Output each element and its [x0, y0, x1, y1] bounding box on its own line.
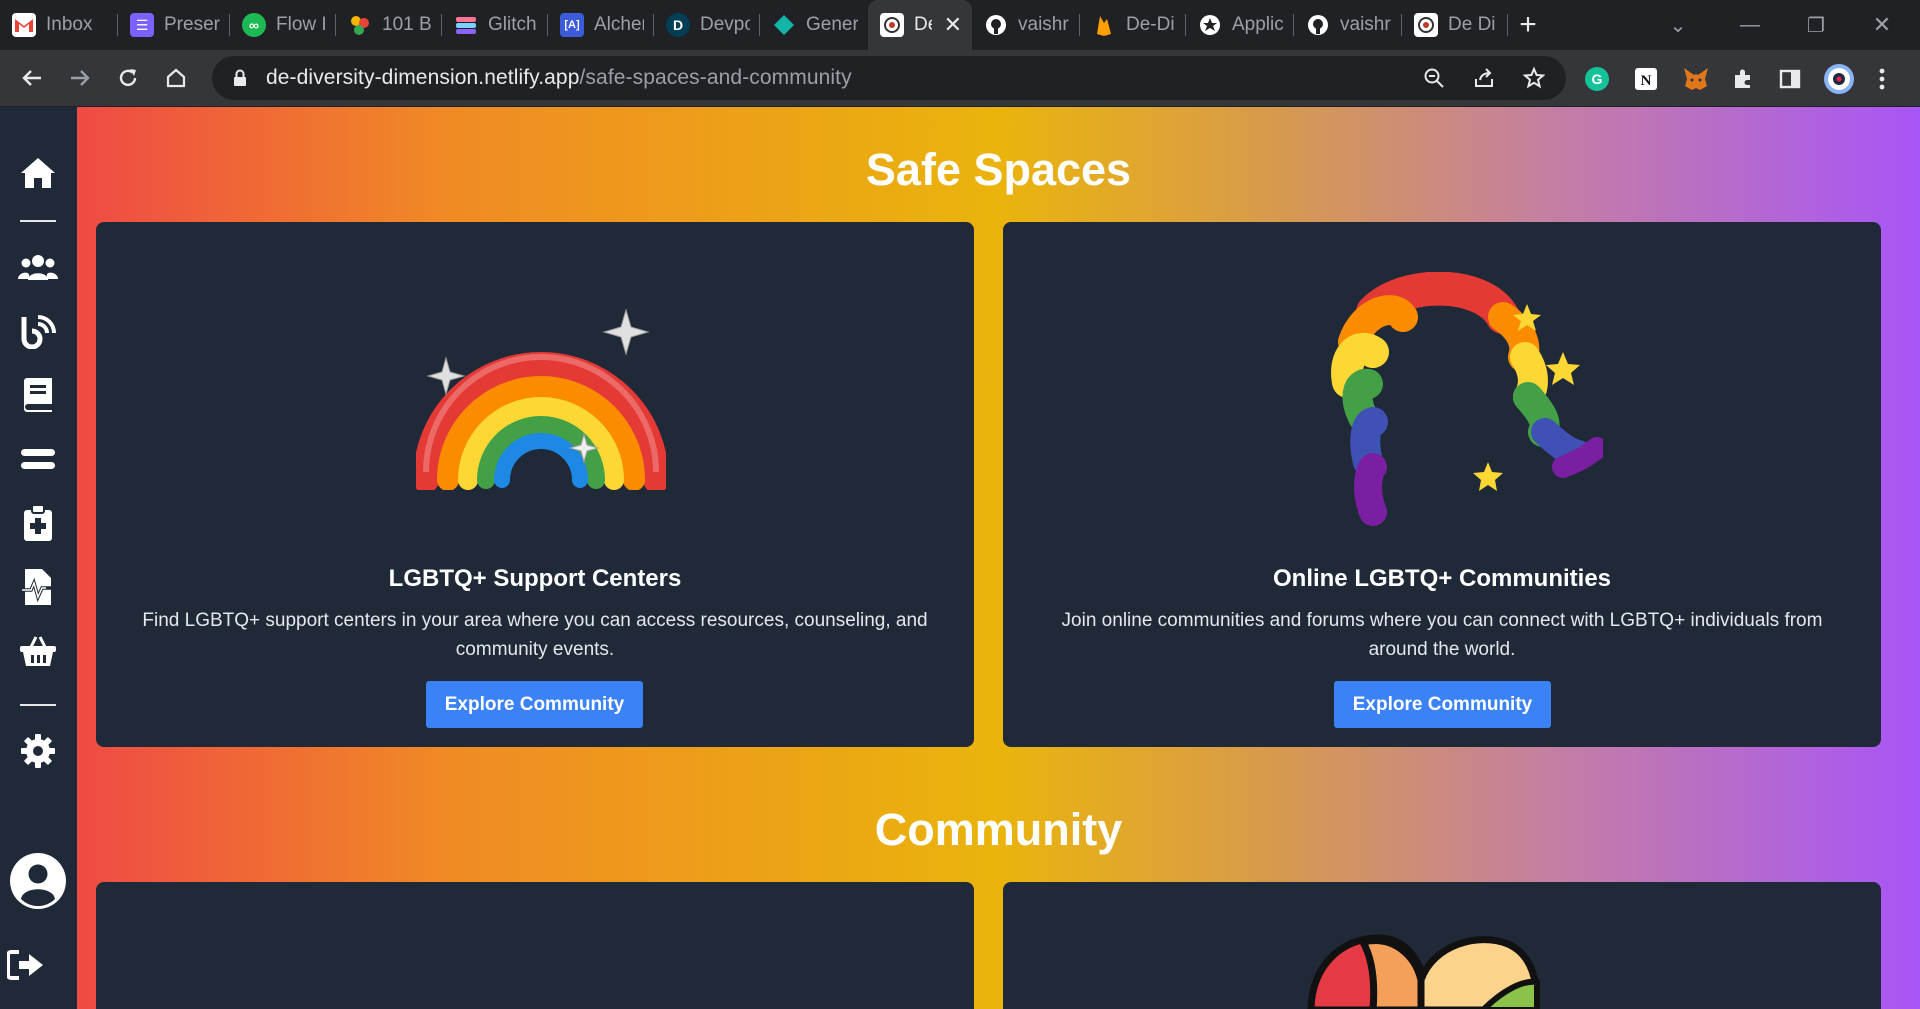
new-tab-button[interactable]: + [1508, 0, 1548, 50]
card-description: Join online communities and forums where… [1061, 610, 1823, 660]
tab-de-di[interactable]: De Di [1402, 0, 1508, 50]
card-title: Online LGBTQ+ Communities [1272, 565, 1612, 592]
basket-icon[interactable] [18, 631, 58, 671]
explore-community-button[interactable]: Explore Community [426, 681, 643, 728]
zoom-icon[interactable] [1412, 56, 1456, 100]
notion-icon[interactable]: N [1633, 50, 1659, 107]
url-text: de-diversity-dimension.netlify.app/safe-… [266, 66, 852, 89]
flow-icon: ∞ [242, 13, 266, 37]
metamask-icon[interactable] [1682, 50, 1710, 107]
share-icon[interactable] [1462, 56, 1506, 100]
alchemy-icon: [A] [560, 13, 584, 37]
tab-github-2[interactable]: vaishr [1294, 0, 1402, 50]
reload-icon [119, 69, 137, 87]
grammarly-icon[interactable]: G [1584, 50, 1610, 107]
tab-alchemy[interactable]: [A] Alcher [548, 0, 654, 50]
glitch-icon [454, 13, 478, 37]
extensions-puzzle-icon[interactable] [1731, 50, 1755, 107]
github-icon [1306, 13, 1330, 37]
star-badge-icon [1198, 13, 1222, 37]
tab-inbox[interactable]: Inbox [0, 0, 118, 50]
user-avatar-icon[interactable] [9, 852, 67, 910]
close-tab-icon[interactable]: ✕ [944, 12, 962, 38]
users-icon[interactable] [18, 247, 58, 287]
firebase-icon [1092, 13, 1116, 37]
blog-icon[interactable] [18, 311, 58, 351]
minimize-button[interactable]: — [1730, 0, 1770, 50]
svg-text:G: G [1592, 71, 1603, 87]
community-title: Community [874, 804, 1123, 855]
sidebar [0, 107, 77, 1009]
card-description: Find LGBTQ+ support centers in your area… [142, 610, 928, 660]
bookmark-star-icon[interactable] [1512, 56, 1556, 100]
sidebar-divider [20, 220, 56, 222]
tab-gener[interactable]: Gener [760, 0, 868, 50]
restore-button[interactable]: ❐ [1796, 0, 1836, 50]
tab-flow[interactable]: ∞ Flow I [230, 0, 336, 50]
svg-text:N: N [1641, 73, 1652, 89]
pin-icon [348, 13, 372, 37]
tab-devpost[interactable]: D Devpo [654, 0, 760, 50]
list-icon: ☰ [130, 13, 154, 37]
health-file-icon[interactable] [18, 567, 58, 607]
rainbow-sparkles-image [413, 300, 669, 495]
logout-icon[interactable] [6, 945, 46, 985]
rainbow-feather-scarf-image [1313, 271, 1608, 547]
arrow-left-icon [22, 70, 41, 86]
tab-preser[interactable]: ☰ Preser [118, 0, 230, 50]
tab-glitch[interactable]: Glitch [442, 0, 548, 50]
close-window-button[interactable]: ✕ [1862, 0, 1902, 50]
tab-github-1[interactable]: vaishr [972, 0, 1080, 50]
card-lgbtq-support-centers: LGBTQ+ Support Centers Find LGBTQ+ suppo… [96, 222, 974, 747]
tab-strip: Inbox ☰ Preser ∞ Flow I 101 Bl Glitch [A… [0, 0, 1920, 50]
main-content: Safe Spaces LGBTQ+ Support Centers Find … [77, 107, 1920, 1009]
lock-icon [234, 69, 246, 86]
forward-button[interactable] [58, 56, 102, 100]
heart-hands-image [1303, 930, 1543, 1009]
menu-icon[interactable] [18, 439, 58, 479]
home-outline-icon [166, 68, 186, 88]
clipboard-medical-icon[interactable] [18, 503, 58, 543]
card-online-lgbtq-communities: Online LGBTQ+ Communities Join online co… [1003, 222, 1881, 747]
address-bar[interactable]: de-diversity-dimension.netlify.app/safe-… [212, 56, 1566, 100]
community-card-2 [1003, 882, 1881, 1009]
tab-101[interactable]: 101 Bl [336, 0, 442, 50]
reload-button[interactable] [106, 56, 150, 100]
safe-spaces-title: Safe Spaces [865, 144, 1132, 195]
tab-de-active[interactable]: De ✕ [868, 0, 972, 50]
home-icon[interactable] [18, 153, 58, 193]
community-card-1 [96, 882, 974, 1009]
kebab-menu-icon[interactable] [1878, 50, 1886, 107]
site-icon [880, 13, 904, 37]
profile-avatar-icon[interactable] [1823, 50, 1855, 107]
browser-toolbar: de-diversity-dimension.netlify.app/safe-… [0, 50, 1920, 107]
diamond-icon [772, 13, 796, 37]
tab-applic[interactable]: Applic [1186, 0, 1294, 50]
tab-firebase[interactable]: De-Di [1080, 0, 1186, 50]
card-title: LGBTQ+ Support Centers [388, 565, 682, 592]
gear-icon[interactable] [18, 731, 58, 771]
back-button[interactable] [10, 56, 54, 100]
site-icon [1414, 13, 1438, 37]
github-icon [984, 13, 1008, 37]
gmail-icon [12, 13, 36, 37]
web-page: Safe Spaces LGBTQ+ Support Centers Find … [0, 107, 1920, 1009]
devpost-icon: D [666, 13, 690, 37]
side-panel-icon[interactable] [1779, 50, 1801, 107]
home-button[interactable] [154, 56, 198, 100]
arrow-right-icon [71, 70, 90, 86]
explore-community-button[interactable]: Explore Community [1334, 681, 1551, 728]
tab-search-icon[interactable]: ⌄ [1660, 0, 1696, 50]
book-icon[interactable] [18, 375, 58, 415]
sidebar-divider [20, 704, 56, 706]
